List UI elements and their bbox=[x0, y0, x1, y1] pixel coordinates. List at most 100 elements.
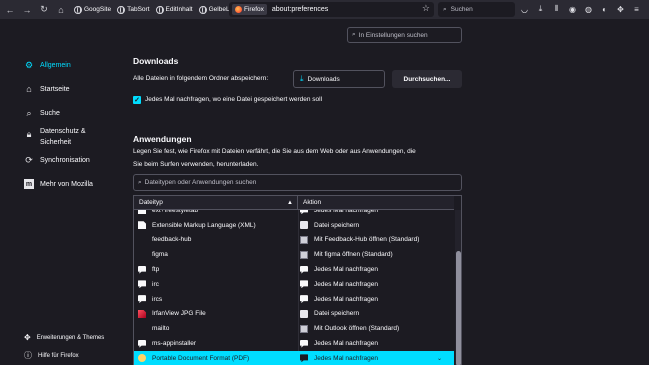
reload-icon[interactable]: ↻ bbox=[37, 3, 51, 17]
puzzle-icon: ✥ bbox=[24, 333, 31, 342]
app-icon bbox=[300, 250, 308, 259]
back-arrow-icon[interactable]: ← bbox=[3, 3, 17, 17]
row-action-label: Mit Feedback-Hub öffnen (Standard) bbox=[314, 236, 420, 244]
search-bar[interactable]: ⌕ Suchen bbox=[438, 2, 515, 17]
table-scrollbar-thumb[interactable] bbox=[456, 251, 461, 365]
table-row[interactable]: IrfanView JPG File Datei speichern bbox=[134, 307, 454, 322]
row-action-label: Jedes Mal nachfragen bbox=[314, 280, 378, 288]
url-bar[interactable]: Firefox about:preferences ☆ bbox=[229, 2, 434, 17]
download-folder-field[interactable]: ⤓ Downloads bbox=[293, 70, 385, 88]
none-icon bbox=[138, 251, 146, 259]
extension-icon[interactable]: ◉ bbox=[567, 2, 578, 16]
app-icon bbox=[300, 324, 308, 333]
save-icon bbox=[300, 309, 308, 318]
sync-icon: ⟳ bbox=[25, 154, 33, 165]
sidebar-item-allgemein[interactable]: ⚙ Allgemein bbox=[24, 60, 71, 70]
table-row[interactable]: feedback-hub Mit Feedback-Hub öffnen (Sta… bbox=[134, 233, 454, 248]
row-type-label: mailto bbox=[152, 325, 170, 333]
filter-content-types-input[interactable]: ⌕ Dateitypen oder Anwendungen suchen bbox=[133, 174, 462, 191]
row-action-cell: Jedes Mal nachfragen bbox=[298, 295, 378, 304]
sidebar-item-datenschutz[interactable]: 🔒︎ Datenschutz & Sicherheit bbox=[24, 126, 110, 148]
sidebar-item-startseite[interactable]: ⌂ Startseite bbox=[24, 84, 69, 94]
library-icon[interactable]: ⫴ bbox=[551, 2, 562, 16]
ask-where-to-save-label: Jedes Mal nachfragen, wo eine Datei gesp… bbox=[145, 96, 323, 103]
chat-icon bbox=[138, 339, 146, 348]
sidebar-item-synchronisation[interactable]: ⟳ Synchronisation bbox=[24, 155, 90, 165]
row-action-cell: Mit figma öffnen (Standard) bbox=[298, 250, 393, 259]
addon-icon[interactable]: ◐ bbox=[599, 2, 610, 16]
table-row[interactable]: ftp Jedes Mal nachfragen bbox=[134, 262, 454, 277]
row-type-label: irc bbox=[152, 280, 159, 288]
column-header-dateityp[interactable]: Dateityp ▲ bbox=[134, 196, 298, 209]
row-type-label: figma bbox=[152, 251, 168, 259]
menu-icon[interactable]: ≡ bbox=[631, 2, 642, 16]
home-icon[interactable]: ⌂ bbox=[54, 3, 68, 17]
find-in-settings-input[interactable]: ⌕ In Einstellungen suchen bbox=[347, 27, 462, 43]
row-type-label: ircs bbox=[152, 295, 163, 303]
download-icon: ⤓ bbox=[300, 74, 304, 83]
sidebar-extensions-themes[interactable]: ✥ Erweiterungen & Themes bbox=[24, 333, 104, 342]
chat-icon bbox=[300, 354, 308, 363]
table-row[interactable]: ms-appinstaller Jedes Mal nachfragen bbox=[134, 336, 454, 351]
globe-icon bbox=[117, 5, 126, 14]
table-row[interactable]: ircs Jedes Mal nachfragen bbox=[134, 292, 454, 307]
row-action-cell: Datei speichern bbox=[298, 309, 359, 318]
row-type-label: ms-appinstaller bbox=[152, 340, 197, 348]
forward-arrow-icon[interactable]: → bbox=[20, 3, 34, 17]
identity-chip[interactable]: Firefox bbox=[232, 4, 267, 15]
puzzle-icon[interactable]: ✥ bbox=[615, 2, 626, 16]
account-icon[interactable]: ◍ bbox=[583, 2, 594, 16]
row-type-cell: ftp bbox=[134, 265, 298, 274]
applications-heading: Anwendungen bbox=[133, 134, 192, 144]
table-row[interactable]: irc Jedes Mal nachfragen bbox=[134, 277, 454, 292]
app-icon bbox=[300, 235, 308, 244]
table-row[interactable]: Portable Document Format (PDF) Jedes Mal … bbox=[134, 350, 454, 365]
bookmark-editinhalt[interactable]: EditInhalt bbox=[155, 5, 193, 14]
search-icon: ⌕ bbox=[352, 31, 356, 38]
sidebar-help[interactable]: ⓘ Hilfe für Firefox bbox=[24, 350, 79, 361]
search-bar-placeholder: Suchen bbox=[450, 6, 473, 13]
row-type-cell: figma bbox=[134, 251, 298, 259]
row-type-label: IrfanView JPG File bbox=[152, 310, 206, 318]
url-text[interactable]: about:preferences bbox=[272, 6, 328, 13]
bookmark-star-icon[interactable]: ☆ bbox=[422, 3, 430, 14]
search-icon: ⌕ bbox=[138, 178, 142, 186]
chat-icon bbox=[300, 280, 308, 289]
chat-icon bbox=[138, 295, 146, 304]
row-type-cell: IrfanView JPG File bbox=[134, 309, 298, 318]
row-type-label: ftp bbox=[152, 266, 160, 274]
applications-rows: ext+freestyletab Jedes Mal nachfragen Exte… bbox=[134, 203, 454, 365]
table-row[interactable]: figma Mit figma öffnen (Standard) bbox=[134, 247, 454, 262]
download-icon[interactable]: ⤓ bbox=[535, 2, 546, 16]
globe-icon bbox=[74, 5, 82, 14]
row-action-label: Datei speichern bbox=[314, 221, 360, 229]
bookmark-googsite[interactable]: GoogSite bbox=[74, 5, 111, 14]
column-header-aktion[interactable]: Aktion bbox=[298, 196, 321, 209]
chat-icon bbox=[138, 280, 146, 289]
table-row[interactable]: mailto Mit Outlook öffnen (Standard) bbox=[134, 321, 454, 336]
globe-icon bbox=[198, 5, 207, 14]
pocket-icon[interactable]: ◡ bbox=[519, 2, 530, 16]
sidebar-item-suche[interactable]: ⌕ Suche bbox=[24, 108, 59, 118]
row-type-cell: mailto bbox=[134, 325, 298, 333]
help-icon: ⓘ bbox=[24, 351, 32, 360]
table-row[interactable]: Extensible Markup Language (XML) Datei sp… bbox=[134, 218, 454, 233]
sidebar-item-mehr-von-mozilla[interactable]: m Mehr von Mozilla bbox=[24, 179, 93, 189]
row-action-cell: Mit Outlook öffnen (Standard) bbox=[298, 324, 399, 333]
lock-icon: 🔒︎ bbox=[26, 128, 32, 139]
row-action-cell: Jedes Mal nachfragen bbox=[298, 339, 378, 348]
none-icon bbox=[138, 236, 146, 244]
bookmark-tabsort[interactable]: TabSort bbox=[117, 5, 150, 14]
doc-icon bbox=[138, 221, 146, 230]
chevron-down-icon[interactable]: ⌄ bbox=[437, 355, 442, 362]
row-type-cell: ircs bbox=[134, 295, 298, 304]
browse-button[interactable]: Durchsuchen... bbox=[392, 70, 462, 88]
gear-icon: ⚙ bbox=[24, 59, 34, 70]
mozilla-icon: m bbox=[24, 179, 34, 189]
row-action-cell: Jedes Mal nachfragen bbox=[298, 265, 378, 274]
applications-table: ext+freestyletab Jedes Mal nachfragen Exte… bbox=[133, 195, 462, 365]
chat-icon bbox=[300, 339, 308, 348]
row-action-cell[interactable]: Jedes Mal nachfragen bbox=[298, 354, 378, 363]
ask-where-to-save-checkbox[interactable]: ✓ bbox=[133, 96, 141, 104]
pdf-icon bbox=[138, 354, 146, 363]
